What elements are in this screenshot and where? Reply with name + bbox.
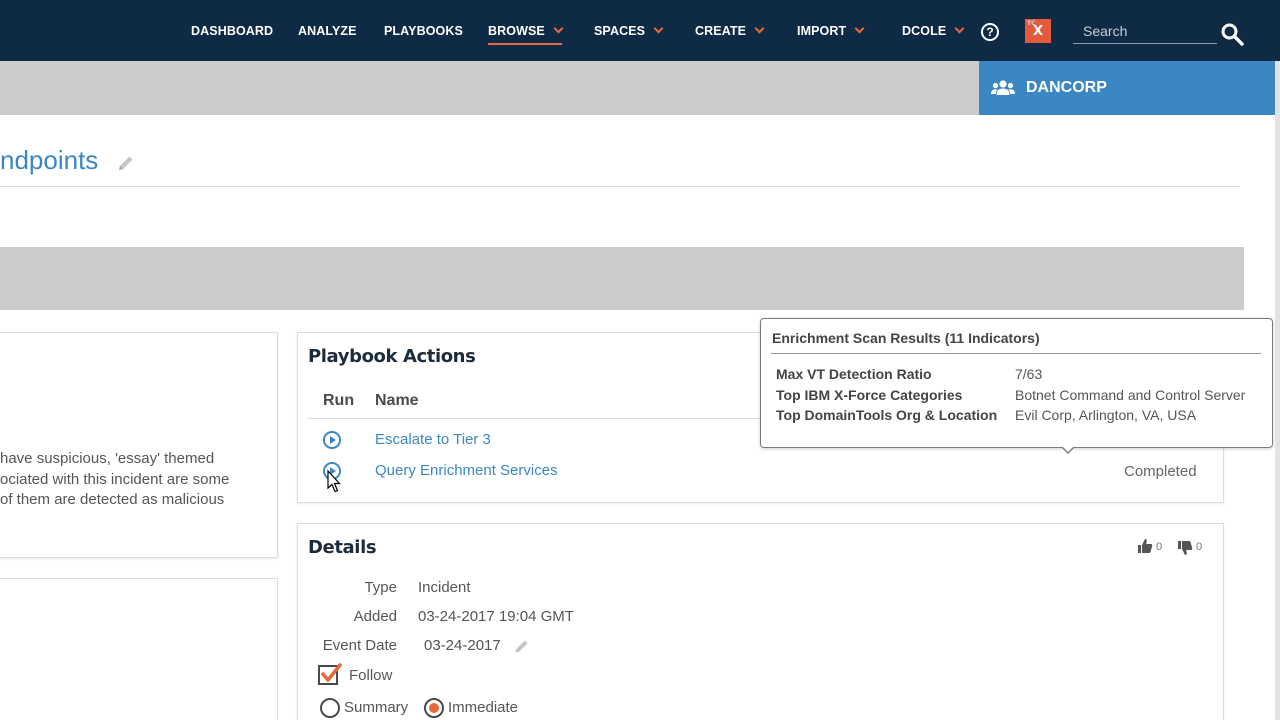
left-lower-panel (0, 578, 278, 720)
thumbs-up-icon[interactable] (1137, 538, 1153, 554)
event-date-value: 03-24-2017 (424, 637, 501, 654)
tooltip-key: Top IBM X-Force Categories (776, 387, 963, 403)
immediate-label: Immediate (448, 699, 519, 716)
vertical-scrollbar[interactable] (1275, 61, 1280, 720)
event-date-label: Event Date (322, 637, 397, 654)
page-title: ndpoints (0, 145, 99, 175)
added-value: 03-24-2017 19:04 GMT (418, 608, 574, 625)
active-underline (488, 43, 562, 45)
nav-user-menu[interactable]: DCOLE (902, 0, 965, 61)
mouse-cursor-icon (327, 470, 341, 493)
tooltip-key: Top DomainTools Org & Location (776, 407, 998, 423)
tooltip-value: Evil Corp, Arlington, VA, USA (1015, 407, 1197, 423)
org-name: DANCORP (1026, 79, 1107, 96)
table-header-divider (308, 418, 768, 419)
description-text: have suspicious, 'essay' themed ociated … (0, 450, 230, 508)
nav-dashboard[interactable]: DASHBOARD (191, 0, 273, 61)
thumbs-up-count: 0 (1156, 541, 1163, 553)
nav-playbooks[interactable]: PLAYBOOKS (384, 0, 463, 61)
column-run: Run (323, 392, 355, 409)
tooltip-value: Botnet Command and Control Server (1015, 387, 1246, 403)
chevron-down-icon (854, 23, 865, 34)
thumbs-down-icon[interactable] (1177, 540, 1193, 556)
tooltip-key: Max VT Detection Ratio (776, 366, 932, 382)
immediate-radio[interactable] (424, 698, 444, 718)
follow-checkbox[interactable] (318, 663, 342, 685)
section-header-bar (0, 247, 1244, 310)
help-icon[interactable]: ? (981, 23, 999, 41)
checkmark-icon (321, 663, 342, 682)
nav-analyze[interactable]: ANALYZE (298, 0, 357, 61)
tooltip-divider (771, 353, 1261, 354)
type-value: Incident (418, 579, 471, 596)
chevron-down-icon (754, 23, 765, 34)
details-title: Details (308, 537, 377, 558)
search-field (1073, 18, 1217, 44)
summary-label: Summary (344, 699, 409, 716)
tooltip-value: 7/63 (1015, 366, 1043, 382)
chevron-down-icon (954, 23, 965, 34)
type-label: Type (364, 579, 397, 596)
tcx-logo[interactable]: TC X (1025, 19, 1051, 43)
search-icon[interactable] (1220, 22, 1244, 46)
chevron-down-icon (653, 23, 664, 34)
chevron-down-icon (553, 23, 564, 34)
playbook-actions-title: Playbook Actions (308, 346, 476, 367)
follow-label: Follow (349, 667, 393, 684)
playbook-status: Completed (1124, 463, 1197, 480)
playbook-link-escalate[interactable]: Escalate to Tier 3 (375, 431, 491, 448)
added-label: Added (353, 608, 397, 625)
org-selector[interactable]: DANCORP (979, 61, 1275, 115)
edit-title-pencil-icon[interactable] (117, 154, 135, 172)
description-panel (0, 332, 278, 558)
run-playbook-icon[interactable] (322, 430, 342, 450)
search-input[interactable] (1073, 18, 1217, 43)
nav-import[interactable]: IMPORT (797, 0, 865, 61)
title-divider (0, 186, 1240, 187)
users-icon (991, 80, 1015, 95)
column-name: Name (375, 392, 419, 409)
tooltip-arrow-inner (1062, 446, 1074, 452)
nav-browse[interactable]: BROWSE (488, 0, 564, 61)
thumbs-down-count: 0 (1196, 541, 1203, 553)
summary-radio[interactable] (320, 698, 340, 718)
nav-spaces[interactable]: SPACES (594, 0, 664, 61)
nav-create[interactable]: CREATE (695, 0, 765, 61)
playbook-link-query-enrichment[interactable]: Query Enrichment Services (375, 462, 558, 479)
edit-event-date-pencil-icon[interactable] (514, 638, 530, 654)
tooltip-title: Enrichment Scan Results (11 Indicators) (772, 330, 1040, 346)
